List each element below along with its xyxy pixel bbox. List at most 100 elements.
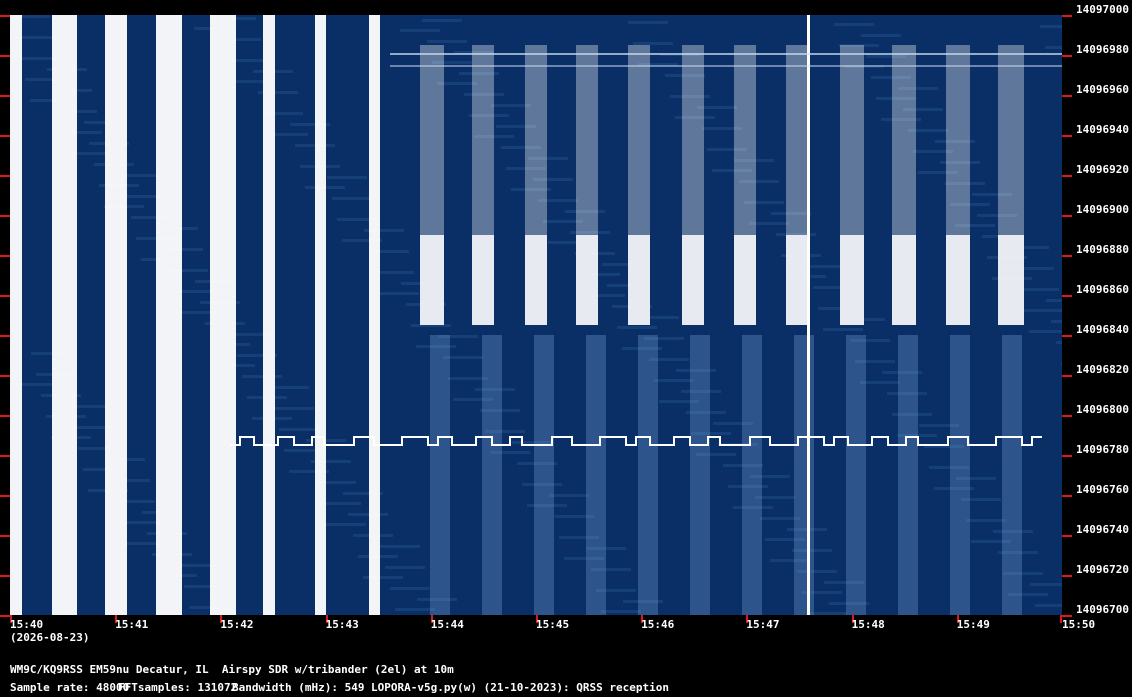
signal-band: [946, 235, 970, 325]
time-tick-label: 15:44: [430, 618, 464, 631]
noise-speck: [279, 428, 319, 431]
noise-speck: [628, 21, 668, 24]
signal-band: [263, 15, 275, 615]
noise-speck: [1056, 341, 1062, 344]
noise-speck: [633, 42, 673, 45]
marker-line: [807, 15, 810, 615]
signal-band-faint: [998, 45, 1024, 235]
frequency-tick-mark: [0, 495, 10, 497]
signal-band-faint: [525, 45, 547, 235]
frequency-tick-mark: [1062, 575, 1072, 577]
time-tick-label: 15:45: [536, 618, 570, 631]
signal-band-faint: [576, 45, 598, 235]
time-tick-label: 15:41: [115, 618, 149, 631]
frequency-tick-label: 14096760: [1076, 483, 1129, 496]
signal-streak: [1002, 335, 1022, 615]
noise-speck: [327, 176, 367, 179]
date-label: (2026-08-23): [10, 631, 90, 644]
signal-band: [52, 15, 77, 615]
time-tick-label: 15:47: [746, 618, 780, 631]
time-tick-label: 15:50: [1062, 618, 1096, 631]
signal-band-faint: [786, 45, 808, 235]
signal-band: [420, 235, 444, 325]
frequency-tick-label: 14096940: [1076, 123, 1129, 136]
noise-speck: [601, 610, 641, 613]
faint-trace: [390, 65, 1062, 67]
noise-speck: [242, 375, 282, 378]
noise-speck: [1045, 46, 1062, 49]
noise-speck: [385, 566, 425, 569]
noise-speck: [1019, 288, 1059, 291]
signal-band: [210, 15, 236, 615]
noise-speck: [549, 494, 589, 497]
frequency-tick-mark: [0, 215, 10, 217]
noise-speck: [1040, 25, 1062, 28]
signal-band: [840, 235, 864, 325]
frequency-tick-label: 14096960: [1076, 83, 1129, 96]
sample-rate: Sample rate: 48000: [10, 681, 130, 694]
frequency-tick-mark: [0, 55, 10, 57]
signal-band: [105, 15, 127, 615]
frequency-tick-mark: [1062, 415, 1072, 417]
signal-band: [576, 235, 598, 325]
frequency-tick-mark: [0, 575, 10, 577]
frequency-tick-label: 14096920: [1076, 163, 1129, 176]
frequency-tick-label: 14096900: [1076, 203, 1129, 216]
noise-speck: [427, 40, 467, 43]
noise-speck: [274, 407, 314, 410]
noise-speck: [422, 19, 462, 22]
noise-speck: [861, 34, 901, 37]
frequency-tick-label: 14096840: [1076, 323, 1129, 336]
frequency-tick-mark: [1062, 375, 1072, 377]
signal-band-faint: [734, 45, 756, 235]
frequency-tick-mark: [0, 95, 10, 97]
frequency-tick-label: 14096780: [1076, 443, 1129, 456]
time-tick-label: 15:43: [325, 618, 359, 631]
frequency-tick-mark: [0, 415, 10, 417]
frequency-tick-mark: [1062, 535, 1072, 537]
frequency-tick-mark: [0, 135, 10, 137]
noise-speck: [321, 502, 361, 505]
faint-trace: [390, 53, 1062, 55]
frequency-tick-mark: [0, 455, 10, 457]
time-tick-label: 15:40: [10, 618, 44, 631]
waterfall-svg: [10, 15, 1062, 615]
signal-streak: [846, 335, 866, 615]
frequency-tick-mark: [1062, 215, 1072, 217]
signal-band: [525, 235, 547, 325]
signal-band-faint: [628, 45, 650, 235]
time-tick-label: 15:46: [641, 618, 675, 631]
time-tick-label: 15:48: [851, 618, 885, 631]
frequency-tick-mark: [1062, 495, 1072, 497]
noise-speck: [1046, 299, 1062, 302]
noise-speck: [326, 523, 366, 526]
station-line: WM9C/KQ9RSS EM59nu Decatur, IL Airspy SD…: [10, 663, 454, 676]
frequency-tick-mark: [1062, 95, 1072, 97]
noise-speck: [1024, 309, 1062, 312]
frequency-tick-mark: [1062, 335, 1072, 337]
qrss-trace: [230, 436, 1042, 446]
signal-band: [786, 235, 808, 325]
frequency-tick-mark: [1062, 175, 1072, 177]
time-tick-label: 15:49: [956, 618, 990, 631]
noise-speck: [823, 328, 863, 331]
signal-streak: [690, 335, 710, 615]
signal-streak: [950, 335, 970, 615]
signal-streak: [482, 335, 502, 615]
frequency-tick-mark: [0, 375, 10, 377]
frequency-tick-mark: [1062, 255, 1072, 257]
signal-streak: [586, 335, 606, 615]
signal-streak: [794, 335, 814, 615]
signal-streak: [898, 335, 918, 615]
frequency-tick-mark: [0, 535, 10, 537]
signal-band-faint: [420, 45, 444, 235]
noise-speck: [379, 292, 419, 295]
signal-streak: [742, 335, 762, 615]
noise-speck: [834, 23, 874, 26]
frequency-tick-label: 14096880: [1076, 243, 1129, 256]
noise-speck: [966, 519, 1006, 522]
frequency-tick-mark: [0, 615, 10, 617]
frequency-tick-mark: [0, 335, 10, 337]
frequency-tick-mark: [1062, 135, 1072, 137]
frequency-tick-mark: [0, 295, 10, 297]
